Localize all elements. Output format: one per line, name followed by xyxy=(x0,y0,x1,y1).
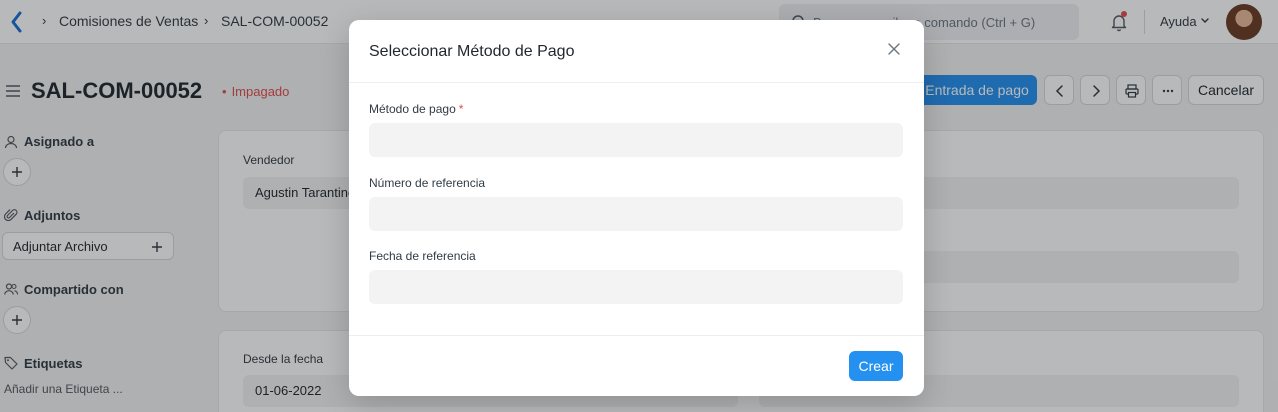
payment-method-label: Método de pago * xyxy=(369,102,463,116)
modal-footer: Crear xyxy=(349,335,924,396)
reference-number-input[interactable] xyxy=(369,197,903,231)
reference-number-label: Número de referencia xyxy=(369,176,486,190)
create-button[interactable]: Crear xyxy=(849,351,903,381)
modal-title: Seleccionar Método de Pago xyxy=(369,43,575,60)
reference-date-input[interactable] xyxy=(369,270,903,304)
reference-date-label: Fecha de referencia xyxy=(369,249,476,263)
payment-method-label-text: Método de pago xyxy=(369,102,456,116)
required-asterisk: * xyxy=(458,102,464,116)
modal-header: Seleccionar Método de Pago xyxy=(349,20,924,83)
close-icon[interactable] xyxy=(887,42,901,56)
payment-method-input[interactable] xyxy=(369,123,903,157)
payment-method-dialog: Seleccionar Método de Pago Método de pag… xyxy=(349,20,924,396)
